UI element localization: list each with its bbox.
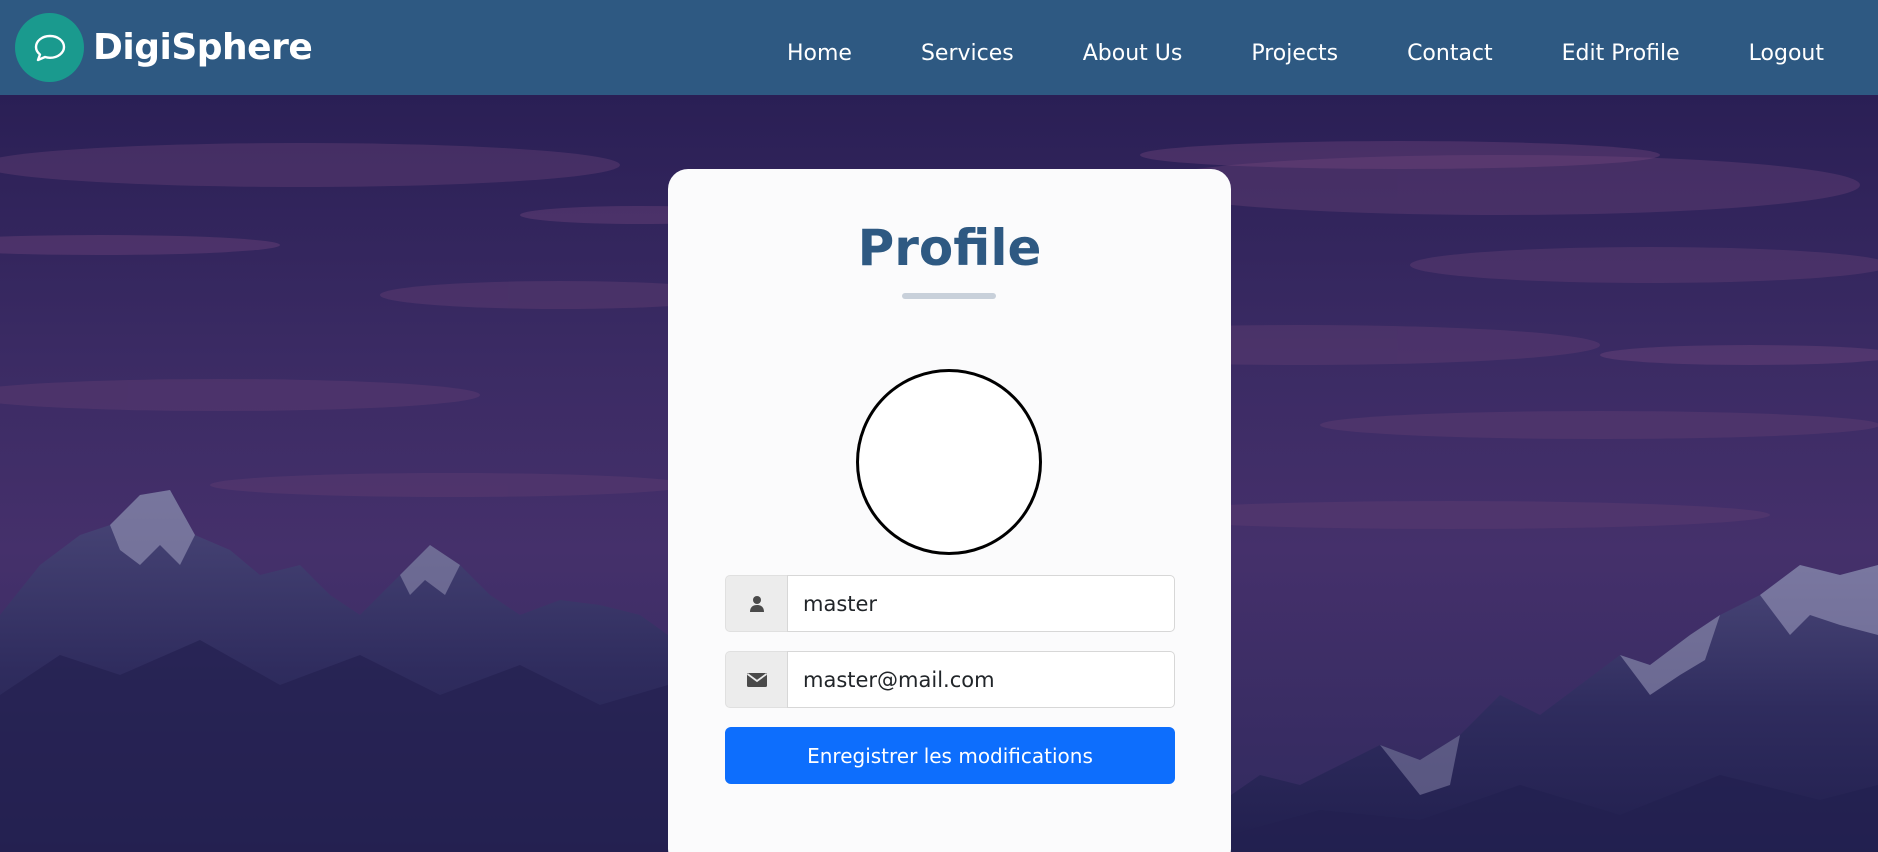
nav-item-home[interactable]: Home [787, 41, 852, 66]
nav-item-logout[interactable]: Logout [1749, 41, 1824, 66]
username-field[interactable] [787, 575, 1175, 632]
email-input-group [725, 651, 1175, 708]
page-title: Profile [857, 219, 1042, 277]
chat-bubble-icon[interactable] [15, 13, 84, 82]
save-changes-button[interactable]: Enregistrer les modifications [725, 727, 1175, 784]
nav-item-edit-profile[interactable]: Edit Profile [1562, 41, 1680, 66]
avatar[interactable] [856, 369, 1042, 555]
envelope-icon [725, 651, 787, 708]
navbar: DigiSphere Home Services About Us Projec… [0, 0, 1878, 95]
brand[interactable]: DigiSphere [15, 13, 313, 82]
nav-item-contact[interactable]: Contact [1407, 41, 1493, 66]
nav-item-projects[interactable]: Projects [1251, 41, 1338, 66]
nav-links: Home Services About Us Projects Contact … [787, 41, 1824, 66]
nav-item-services[interactable]: Services [921, 41, 1014, 66]
profile-card: Profile Enregistrer les modifications [668, 169, 1231, 852]
brand-name[interactable]: DigiSphere [93, 27, 313, 68]
email-field[interactable] [787, 651, 1175, 708]
username-input-group [725, 575, 1175, 632]
user-icon [725, 575, 787, 632]
nav-item-about-us[interactable]: About Us [1083, 41, 1183, 66]
title-underline [902, 293, 996, 299]
